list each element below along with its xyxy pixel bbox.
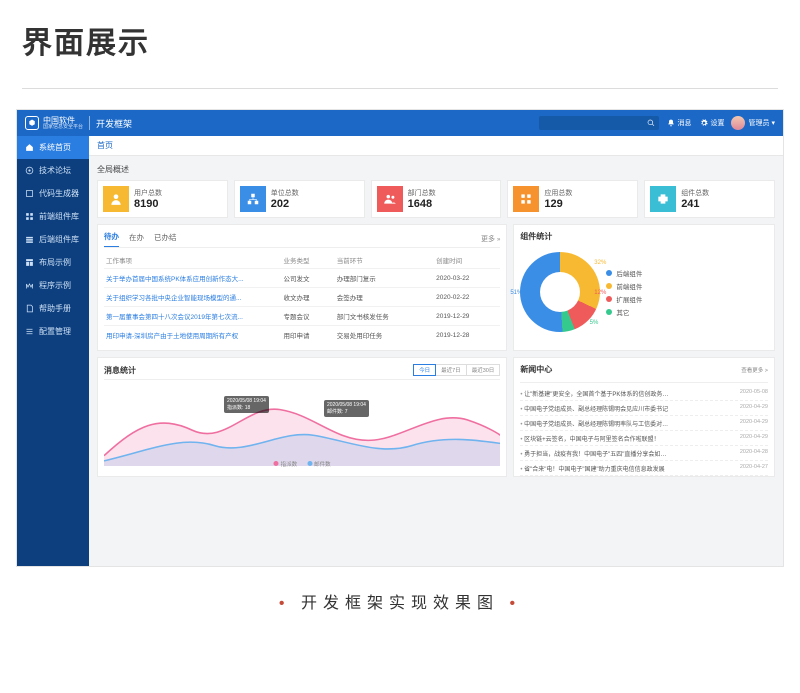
stat-cards: 用户总数8190 单位总数202 部门总数1648 应用总数129 组件总数24… <box>97 180 775 218</box>
sidebar-item-backend[interactable]: 后端组件库 <box>17 228 89 251</box>
user-role[interactable]: 管理员 ▾ <box>749 118 775 128</box>
user-icon <box>109 192 123 206</box>
news-item[interactable]: 让"新基建"更安全，全国首个基于PK体系的信创政务服务大...2020-05-0… <box>520 386 768 401</box>
news-item[interactable]: 中国电子党组成员、副总经理陈锡明会见应川市委书记2020-04-29 <box>520 401 768 416</box>
news-item[interactable]: 中国电子党组成员、副总经理陈锡明率队与工信委对接座谈会2020-04-29 <box>520 416 768 431</box>
news-item[interactable]: 省"合来"电！中国电子"国建"助力重庆电信信息政发展2020-04-27 <box>520 461 768 476</box>
donut-chart: 32% 12% 5% 51% <box>520 252 600 332</box>
chart-tooltip: 2020/05/08 19:04邮件数: 7 <box>324 400 369 417</box>
overview-title: 全局概述 <box>97 164 775 175</box>
sidebar-item-frontend[interactable]: 前端组件库 <box>17 205 89 228</box>
stat-components[interactable]: 组件总数241 <box>644 180 775 218</box>
sidebar-item-forum[interactable]: 技术论坛 <box>17 159 89 182</box>
group-icon <box>383 192 397 206</box>
stat-apps[interactable]: 应用总数129 <box>507 180 638 218</box>
table-row[interactable]: 关于组织学习各批中央企业智能现场模型的通...收文办理会签办理2020-02-2… <box>104 288 500 307</box>
brand-sub: 国家信息安全平台 <box>43 125 83 130</box>
apps-icon <box>519 192 533 206</box>
messages-link[interactable]: 消息 <box>667 118 692 128</box>
figure-caption: • 开发框架实现效果图 • <box>0 589 800 613</box>
area-chart: 2020/05/08 19:04指派数: 18 2020/05/08 19:04… <box>104 384 500 466</box>
range-today[interactable]: 今日 <box>413 364 436 376</box>
dashboard-screenshot: ⬢ 中国软件 国家信息安全平台 开发框架 消息 设置 管理员 ▾ <box>16 109 784 567</box>
logo-icon: ⬢ <box>25 116 39 130</box>
chart-legend: 后端组件 前端组件 扩展组件 其它 <box>606 265 768 320</box>
page-heading: 界面展示 <box>0 0 800 78</box>
tab-done[interactable]: 已办结 <box>154 232 177 247</box>
sidebar-item-codegen[interactable]: 代码生成器 <box>17 182 89 205</box>
tab-todo[interactable]: 待办 <box>104 231 119 247</box>
settings-link[interactable]: 设置 <box>700 118 725 128</box>
sidebar-item-layout[interactable]: 布局示例 <box>17 251 89 274</box>
range-7d[interactable]: 最近7日 <box>436 364 467 376</box>
message-stats-panel: 消息统计 今日 最近7日 最近30日 <box>97 357 507 477</box>
chart-tooltip: 2020/05/08 19:04指派数: 18 <box>224 396 269 413</box>
table-row[interactable]: 关于举办首届中国系统PK体系应用创新作态大...公司发文办理部门复示2020-0… <box>104 269 500 288</box>
org-icon <box>246 192 260 206</box>
divider <box>22 88 778 89</box>
sidebar-item-program[interactable]: 程序示例 <box>17 274 89 297</box>
range-30d[interactable]: 最近30日 <box>467 364 501 376</box>
main-content: 首页 全局概述 用户总数8190 单位总数202 部门总数1648 应用总数12… <box>89 136 783 566</box>
divider <box>89 116 90 130</box>
gear-icon <box>700 119 708 127</box>
date-range: 今日 最近7日 最近30日 <box>413 364 500 376</box>
top-bar: ⬢ 中国软件 国家信息安全平台 开发框架 消息 设置 管理员 ▾ <box>17 110 783 136</box>
app-title: 开发框架 <box>96 117 132 130</box>
sidebar: 系统首页 技术论坛 代码生成器 前端组件库 后端组件库 布局示例 程序示例 帮助… <box>17 136 89 566</box>
search-input[interactable] <box>539 116 659 130</box>
news-panel: 新闻中心 查看更多 > 让"新基建"更安全，全国首个基于PK体系的信创政务服务大… <box>513 357 775 477</box>
avatar[interactable] <box>731 116 745 130</box>
stat-depts[interactable]: 部门总数1648 <box>371 180 502 218</box>
todo-panel: 待办 在办 已办结 更多 » 工作事项业务类型当前环节创建时间 关于举 <box>97 224 507 351</box>
news-more[interactable]: 查看更多 > <box>741 366 768 374</box>
puzzle-icon <box>656 192 670 206</box>
sidebar-item-home[interactable]: 系统首页 <box>17 136 89 159</box>
bell-icon <box>667 119 675 127</box>
tab-doing[interactable]: 在办 <box>129 232 144 247</box>
todo-table: 工作事项业务类型当前环节创建时间 关于举办首届中国系统PK体系应用创新作态大..… <box>104 252 500 344</box>
stat-units[interactable]: 单位总数202 <box>234 180 365 218</box>
news-item[interactable]: 区块链+云签名，中国电子与阿里签名合作啦联盟！2020-04-29 <box>520 431 768 446</box>
tab-home[interactable]: 首页 <box>97 140 113 151</box>
table-row[interactable]: 第一届董事会第四十八次会议2019年第七次流...专题会议部门文书核发任务201… <box>104 307 500 326</box>
todo-more[interactable]: 更多 » <box>481 234 500 244</box>
tab-bar: 首页 <box>89 136 783 156</box>
sidebar-item-config[interactable]: 配置管理 <box>17 320 89 343</box>
sidebar-item-help[interactable]: 帮助手册 <box>17 297 89 320</box>
stat-users[interactable]: 用户总数8190 <box>97 180 228 218</box>
news-item[interactable]: 勇于担当，战疫有我！中国电子"五四"直播分享会如约而至2020-04-28 <box>520 446 768 461</box>
search-icon <box>647 119 655 127</box>
component-chart-panel: 组件统计 32% 12% 5% 51% 后端组件 前 <box>513 224 775 351</box>
table-row[interactable]: 用印申请-深圳房产由于土地使用周期所有产权用印申请交易处用印任务2019-12-… <box>104 326 500 345</box>
brand[interactable]: ⬢ 中国软件 国家信息安全平台 <box>25 116 83 130</box>
